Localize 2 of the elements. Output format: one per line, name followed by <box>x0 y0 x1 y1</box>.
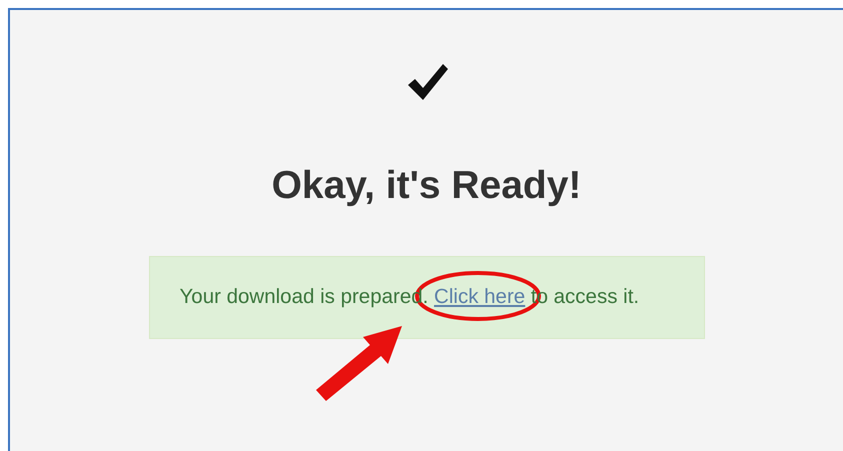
heading: Okay, it's Ready! <box>272 163 582 209</box>
download-link[interactable]: Click here <box>434 284 526 308</box>
